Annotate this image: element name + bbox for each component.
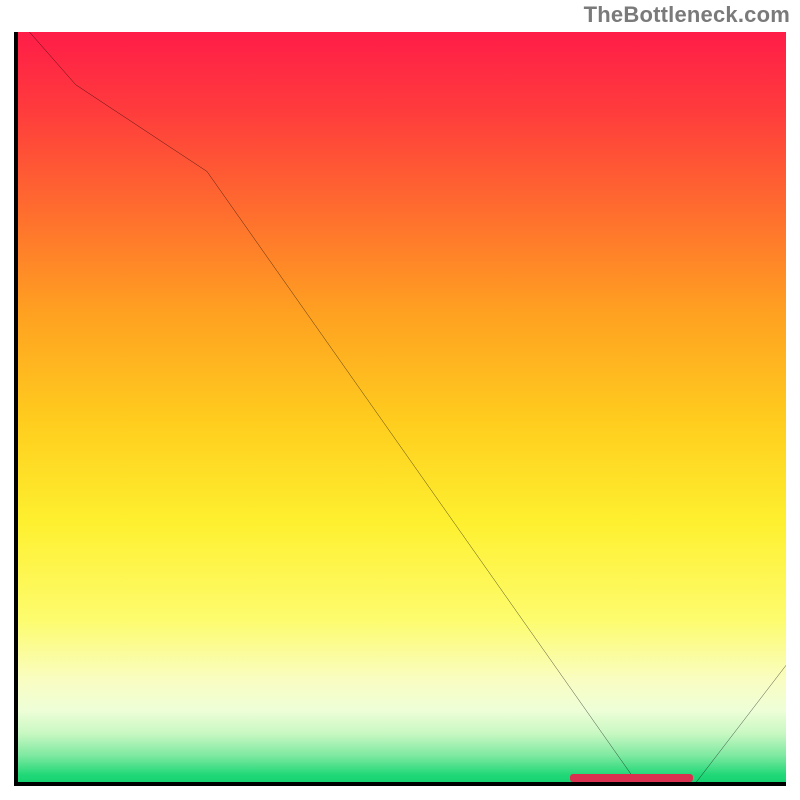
bottleneck-curve <box>29 32 786 786</box>
attribution-text: TheBottleneck.com <box>584 2 790 28</box>
chart-container: TheBottleneck.com <box>0 0 800 800</box>
curve-svg <box>14 32 786 786</box>
plot-area <box>14 32 786 786</box>
